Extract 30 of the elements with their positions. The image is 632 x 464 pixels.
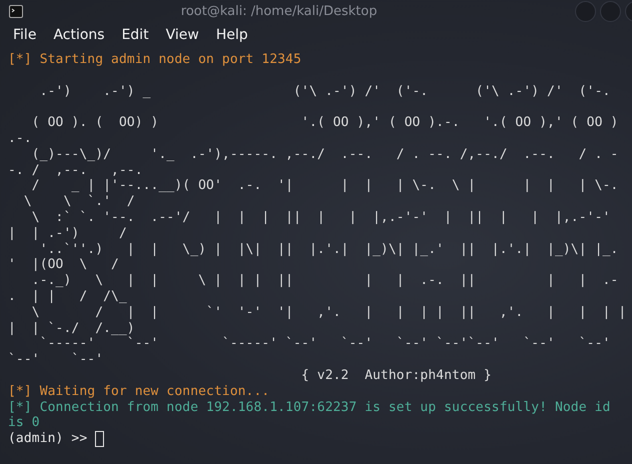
- ascii-banner-line: { v2.2 Author:ph4ntom }: [300, 368, 492, 383]
- menu-item[interactable]: Edit: [122, 27, 149, 43]
- ascii-banner-line: ' |(OO \ /: [8, 257, 119, 272]
- ascii-banner-line: `-----' `--' `-----' `--' `--' `--' `--'`--' `--' `--': [38, 336, 610, 352]
- status-message: [*] Starting admin node on port 12345: [8, 52, 302, 67]
- menu-item[interactable]: Actions: [53, 27, 105, 43]
- terminal-icon: [9, 5, 23, 18]
- success-message: [*] Connection from node 192.168.1.107:62237 is set up successfully! Node id is 0: [8, 400, 612, 430]
- ascii-banner-line: \ \ `.' /: [22, 194, 135, 210]
- ascii-banner-line: `--' `--': [8, 352, 104, 368]
- command-prompt: (admin) >>: [8, 431, 88, 448]
- menu-item[interactable]: Help: [216, 27, 248, 43]
- ascii-banner-line: \ / | | `' '-' '| ,'. | | | | || ,'. | | | |: [30, 304, 626, 320]
- ascii-banner-line: .-') .-') _ ('\ .-') /' ('-. ('\ .-') /' ('-.: [38, 84, 610, 99]
- ascii-banner-line: | | .-') /: [8, 226, 127, 241]
- cursor-icon: [95, 431, 104, 448]
- menu-item[interactable]: View: [166, 27, 199, 43]
- ascii-banner-line: .-.: [8, 130, 32, 146]
- ascii-banner-line: (_)---\_)/ '._ .-'),-----. ,--./ .--. / . --. /,--./ .--. / . -: [30, 146, 618, 162]
- menu-item[interactable]: File: [13, 27, 36, 43]
- ascii-banner-line: / _ | |'--...__)( OO' .-. '| | | | \-. \ | | | | \-.: [30, 178, 618, 194]
- ascii-banner-line: .-._) \ | | \ | | | || | | .-. || | | .-: [30, 273, 618, 288]
- window-title: root@kali: /home/kali/Desktop: [180, 4, 378, 19]
- ascii-banner-line: '..`''.) | | \_) | |\| || |.'.| |_)\| |_.' || |.'.| |_)\| |_.: [38, 242, 618, 257]
- ascii-banner-line: . | | / /\_: [8, 288, 127, 304]
- ascii-banner-line: ( OO ). ( OO) ) '.( OO ),' ( OO ).-. '.( OO ),' ( OO ): [30, 115, 618, 130]
- ascii-banner-line: | | `-./ /.__): [8, 320, 135, 336]
- ascii-banner-line: \ :` `. '--. .--'/ | | | || | | |,.-'-' | || | | |,.-'-': [30, 210, 610, 225]
- status-message: [*] Waiting for new connection...: [8, 384, 270, 399]
- ascii-banner-line: -. / ,--. ,--.: [8, 162, 143, 178]
